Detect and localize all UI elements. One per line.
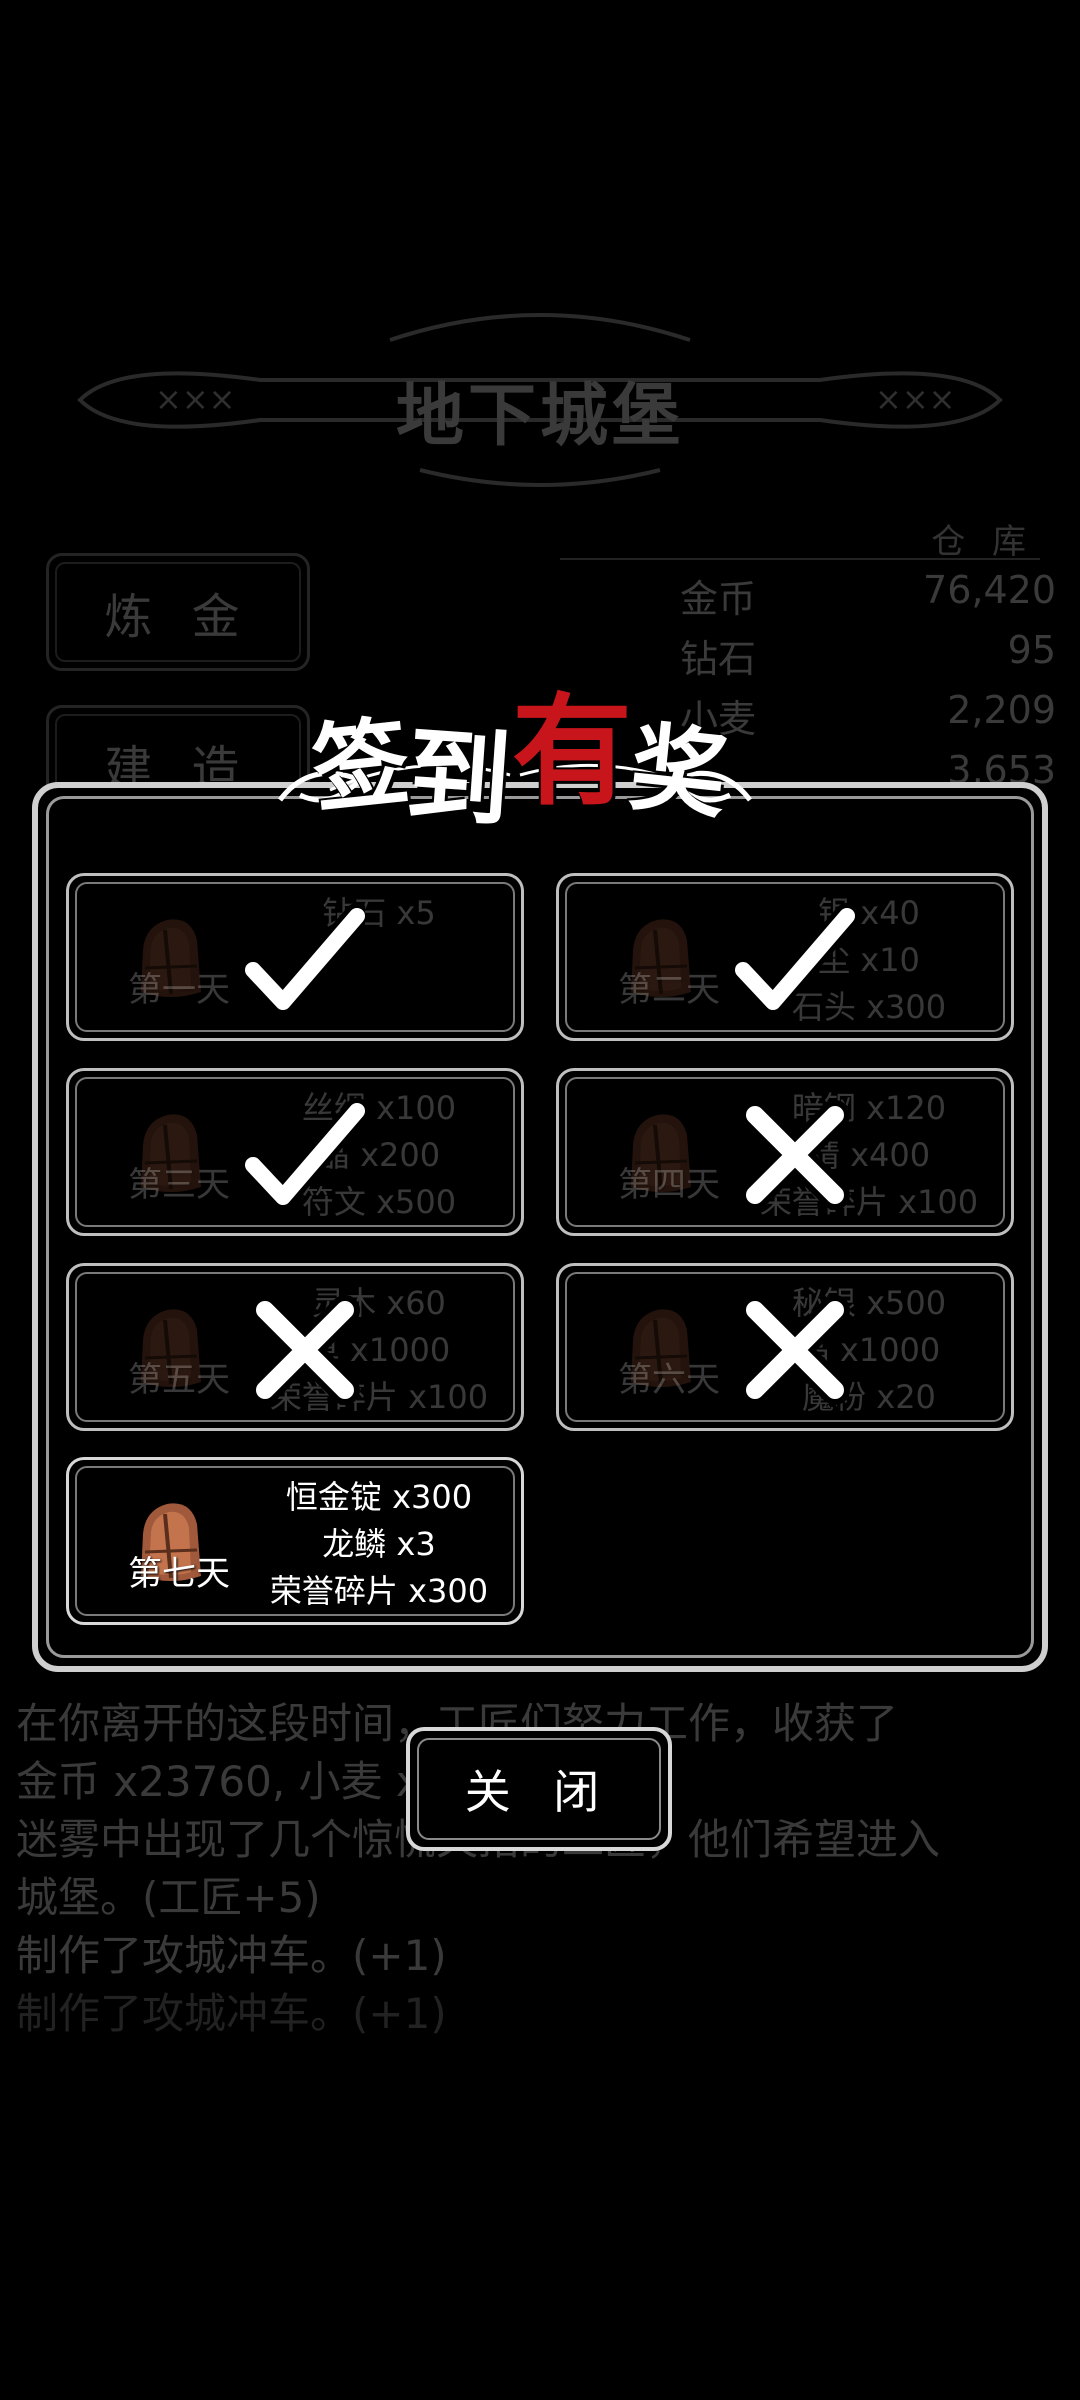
checkmark-icon: [245, 903, 365, 1015]
log-line: 城堡。(工匠+5): [16, 1873, 321, 1922]
day-label: 第七天: [128, 1554, 230, 1594]
day-card-6[interactable]: 第六天 秘银 x500 晶 x1000 魔粉 x20: [556, 1263, 1014, 1431]
signin-title: 签 到 有 奖: [307, 681, 732, 843]
title-char: 奖: [624, 710, 733, 833]
day-card-4[interactable]: 第四天 暗钢 x120 精 x400 荣誉碎片 x100: [556, 1068, 1014, 1236]
day-label: 第五天: [128, 1360, 230, 1400]
resource-name: 金币: [680, 577, 757, 621]
day-label: 第一天: [128, 970, 230, 1010]
warehouse-row-gold: 金币 76,420: [560, 568, 1056, 628]
resource-name: 钻石: [680, 637, 757, 681]
title-char-highlight: 有: [512, 681, 633, 822]
close-button-label: 关 闭: [464, 1765, 614, 1819]
resource-value: 76,420: [923, 568, 1056, 612]
day-card-2[interactable]: 第二天银 x40 尘 x10 石头 x300: [556, 873, 1014, 1041]
cross-icon: [250, 1295, 360, 1405]
title-char: 签: [307, 704, 415, 827]
reward-item: 荣誉碎片 x300: [269, 1572, 489, 1610]
signin-banner: 签 到 有 奖: [270, 680, 760, 843]
reward-item: 龙鳞 x3: [322, 1525, 436, 1563]
day-label: 第四天: [618, 1165, 720, 1205]
alchemy-button[interactable]: 炼 金: [46, 553, 310, 671]
resource-value: 2,209: [947, 688, 1056, 732]
day-card-1[interactable]: 第一天 钻石 x5: [66, 873, 524, 1041]
day-card-5[interactable]: 第五天 灵木 x60 草 x1000 荣誉碎片 x100: [66, 1263, 524, 1431]
game-title: 地下城堡: [395, 376, 684, 456]
day-label: 第二天: [618, 970, 720, 1010]
cross-icon: [740, 1100, 850, 1210]
cross-icon: [740, 1295, 850, 1405]
day-label: 第六天: [618, 1360, 720, 1400]
checkmark-icon: [245, 1098, 365, 1210]
day-label: 第三天: [128, 1165, 230, 1205]
day-card-7[interactable]: 第七天 恒金锭 x300 龙鳞 x3 荣誉碎片 x300: [66, 1457, 524, 1625]
warehouse-row-diamond: 钻石 95: [560, 628, 1056, 688]
checkmark-icon: [735, 903, 855, 1015]
day-card-3[interactable]: 第三天 丝绸 x100 晶 x200 符文 x500: [66, 1068, 524, 1236]
close-button[interactable]: 关 闭: [406, 1727, 672, 1851]
reward-list: 恒金锭 x300 龙鳞 x3 荣誉碎片 x300: [249, 1474, 509, 1615]
log-line: 制作了攻城冲车。(+1): [16, 1931, 447, 1980]
alchemy-button-label: 炼 金: [104, 589, 252, 645]
warehouse-header: 仓 库: [560, 514, 1040, 562]
reward-item: 恒金锭 x300: [285, 1478, 473, 1516]
log-line: 制作了攻城冲车。(+1): [16, 1989, 447, 2038]
resource-value: 95: [1007, 628, 1056, 672]
game-title-emblem: ××× ××× 地下城堡: [60, 300, 1020, 500]
title-char: 到: [402, 712, 515, 843]
